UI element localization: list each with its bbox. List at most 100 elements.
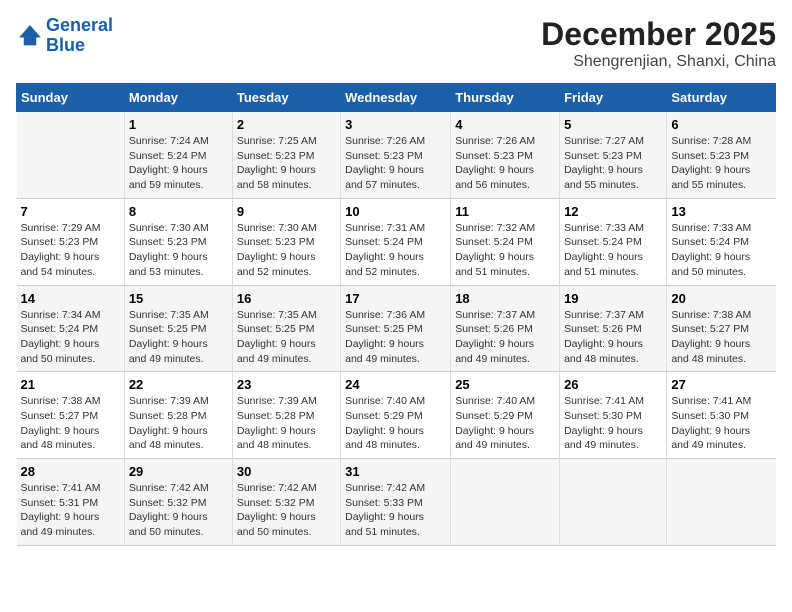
day-number: 30: [237, 464, 336, 479]
header-row: SundayMondayTuesdayWednesdayThursdayFrid…: [17, 84, 776, 112]
day-cell: [667, 459, 776, 546]
week-row-3: 14 Sunrise: 7:34 AMSunset: 5:24 PMDayligh…: [17, 285, 776, 372]
day-info: Sunrise: 7:29 AMSunset: 5:23 PMDaylight:…: [21, 221, 120, 280]
day-number: 20: [671, 291, 771, 306]
day-cell: 29 Sunrise: 7:42 AMSunset: 5:32 PMDayligh…: [124, 459, 232, 546]
day-cell: 27 Sunrise: 7:41 AMSunset: 5:30 PMDayligh…: [667, 372, 776, 459]
day-info: Sunrise: 7:30 AMSunset: 5:23 PMDaylight:…: [129, 221, 228, 280]
day-cell: 24 Sunrise: 7:40 AMSunset: 5:29 PMDayligh…: [341, 372, 451, 459]
day-cell: 13Sunrise: 7:33 AMSunset: 5:24 PMDayligh…: [667, 198, 776, 285]
day-info: Sunrise: 7:28 AMSunset: 5:23 PMDaylight:…: [671, 134, 771, 193]
logo-general: General: [46, 15, 113, 35]
day-cell: 23Sunrise: 7:39 AMSunset: 5:28 PMDayligh…: [232, 372, 340, 459]
day-number: 27: [671, 377, 771, 392]
day-info: Sunrise: 7:37 AMSunset: 5:26 PMDaylight:…: [455, 308, 555, 367]
day-number: 14: [21, 291, 120, 306]
day-info: Sunrise: 7:41 AMSunset: 5:31 PMDaylight:…: [21, 481, 120, 540]
day-info: Sunrise: 7:42 AMSunset: 5:32 PMDaylight:…: [129, 481, 228, 540]
column-header-wednesday: Wednesday: [341, 84, 451, 112]
column-header-saturday: Saturday: [667, 84, 776, 112]
day-cell: 3 Sunrise: 7:26 AMSunset: 5:23 PMDaylight…: [341, 112, 451, 199]
day-cell: 18 Sunrise: 7:37 AMSunset: 5:26 PMDayligh…: [451, 285, 560, 372]
day-number: 25: [455, 377, 555, 392]
day-info: Sunrise: 7:26 AMSunset: 5:23 PMDaylight:…: [345, 134, 446, 193]
logo-blue: Blue: [46, 35, 85, 55]
day-number: 11: [455, 204, 555, 219]
day-number: 21: [21, 377, 120, 392]
day-info: Sunrise: 7:32 AMSunset: 5:24 PMDaylight:…: [455, 221, 555, 280]
column-header-friday: Friday: [560, 84, 667, 112]
day-number: 8: [129, 204, 228, 219]
day-cell: 5 Sunrise: 7:27 AMSunset: 5:23 PMDaylight…: [560, 112, 667, 199]
day-number: 10: [345, 204, 446, 219]
day-cell: 16 Sunrise: 7:35 AMSunset: 5:25 PMDayligh…: [232, 285, 340, 372]
day-info: Sunrise: 7:41 AMSunset: 5:30 PMDaylight:…: [671, 394, 771, 453]
calendar-table: SundayMondayTuesdayWednesdayThursdayFrid…: [16, 83, 776, 546]
logo: General Blue: [16, 16, 113, 56]
day-info: Sunrise: 7:26 AMSunset: 5:23 PMDaylight:…: [455, 134, 555, 193]
day-number: 18: [455, 291, 555, 306]
day-number: 12: [564, 204, 662, 219]
day-info: Sunrise: 7:39 AMSunset: 5:28 PMDaylight:…: [237, 394, 336, 453]
day-number: 15: [129, 291, 228, 306]
day-info: Sunrise: 7:27 AMSunset: 5:23 PMDaylight:…: [564, 134, 662, 193]
day-cell: [17, 112, 125, 199]
day-info: Sunrise: 7:30 AMSunset: 5:23 PMDaylight:…: [237, 221, 336, 280]
day-number: 28: [21, 464, 120, 479]
day-number: 3: [345, 117, 446, 132]
day-info: Sunrise: 7:42 AMSunset: 5:32 PMDaylight:…: [237, 481, 336, 540]
week-row-2: 7Sunrise: 7:29 AMSunset: 5:23 PMDaylight…: [17, 198, 776, 285]
day-number: 13: [671, 204, 771, 219]
day-number: 2: [237, 117, 336, 132]
day-info: Sunrise: 7:41 AMSunset: 5:30 PMDaylight:…: [564, 394, 662, 453]
day-cell: 11 Sunrise: 7:32 AMSunset: 5:24 PMDayligh…: [451, 198, 560, 285]
day-number: 9: [237, 204, 336, 219]
day-cell: 8 Sunrise: 7:30 AMSunset: 5:23 PMDaylight…: [124, 198, 232, 285]
day-cell: 28 Sunrise: 7:41 AMSunset: 5:31 PMDayligh…: [17, 459, 125, 546]
day-info: Sunrise: 7:40 AMSunset: 5:29 PMDaylight:…: [345, 394, 446, 453]
day-info: Sunrise: 7:36 AMSunset: 5:25 PMDaylight:…: [345, 308, 446, 367]
day-number: 31: [345, 464, 446, 479]
day-cell: 7Sunrise: 7:29 AMSunset: 5:23 PMDaylight…: [17, 198, 125, 285]
day-info: Sunrise: 7:35 AMSunset: 5:25 PMDaylight:…: [237, 308, 336, 367]
day-number: 16: [237, 291, 336, 306]
day-number: 24: [345, 377, 446, 392]
day-cell: 2 Sunrise: 7:25 AMSunset: 5:23 PMDaylight…: [232, 112, 340, 199]
column-header-thursday: Thursday: [451, 84, 560, 112]
day-info: Sunrise: 7:35 AMSunset: 5:25 PMDaylight:…: [129, 308, 228, 367]
day-cell: 4Sunrise: 7:26 AMSunset: 5:23 PMDaylight…: [451, 112, 560, 199]
week-row-1: 1Sunrise: 7:24 AMSunset: 5:24 PMDaylight…: [17, 112, 776, 199]
day-cell: [451, 459, 560, 546]
day-cell: 19Sunrise: 7:37 AMSunset: 5:26 PMDayligh…: [560, 285, 667, 372]
month-title: December 2025: [541, 16, 776, 53]
day-cell: 17 Sunrise: 7:36 AMSunset: 5:25 PMDayligh…: [341, 285, 451, 372]
day-number: 6: [671, 117, 771, 132]
day-info: Sunrise: 7:37 AMSunset: 5:26 PMDaylight:…: [564, 308, 662, 367]
column-header-sunday: Sunday: [17, 84, 125, 112]
day-number: 26: [564, 377, 662, 392]
day-cell: 31Sunrise: 7:42 AMSunset: 5:33 PMDayligh…: [341, 459, 451, 546]
week-row-5: 28 Sunrise: 7:41 AMSunset: 5:31 PMDayligh…: [17, 459, 776, 546]
day-info: Sunrise: 7:31 AMSunset: 5:24 PMDaylight:…: [345, 221, 446, 280]
column-header-monday: Monday: [124, 84, 232, 112]
day-cell: 22 Sunrise: 7:39 AMSunset: 5:28 PMDayligh…: [124, 372, 232, 459]
day-cell: 26 Sunrise: 7:41 AMSunset: 5:30 PMDayligh…: [560, 372, 667, 459]
day-number: 22: [129, 377, 228, 392]
day-info: Sunrise: 7:39 AMSunset: 5:28 PMDaylight:…: [129, 394, 228, 453]
day-number: 5: [564, 117, 662, 132]
day-cell: 1Sunrise: 7:24 AMSunset: 5:24 PMDaylight…: [124, 112, 232, 199]
title-block: December 2025 Shengrenjian, Shanxi, Chin…: [541, 16, 776, 71]
logo-icon: [16, 22, 44, 50]
day-cell: [560, 459, 667, 546]
day-info: Sunrise: 7:38 AMSunset: 5:27 PMDaylight:…: [21, 394, 120, 453]
day-cell: 25Sunrise: 7:40 AMSunset: 5:29 PMDayligh…: [451, 372, 560, 459]
day-number: 29: [129, 464, 228, 479]
day-info: Sunrise: 7:34 AMSunset: 5:24 PMDaylight:…: [21, 308, 120, 367]
day-cell: 6 Sunrise: 7:28 AMSunset: 5:23 PMDaylight…: [667, 112, 776, 199]
day-cell: 20Sunrise: 7:38 AMSunset: 5:27 PMDayligh…: [667, 285, 776, 372]
day-number: 1: [129, 117, 228, 132]
day-info: Sunrise: 7:33 AMSunset: 5:24 PMDaylight:…: [564, 221, 662, 280]
day-number: 17: [345, 291, 446, 306]
day-info: Sunrise: 7:25 AMSunset: 5:23 PMDaylight:…: [237, 134, 336, 193]
day-cell: 9 Sunrise: 7:30 AMSunset: 5:23 PMDaylight…: [232, 198, 340, 285]
